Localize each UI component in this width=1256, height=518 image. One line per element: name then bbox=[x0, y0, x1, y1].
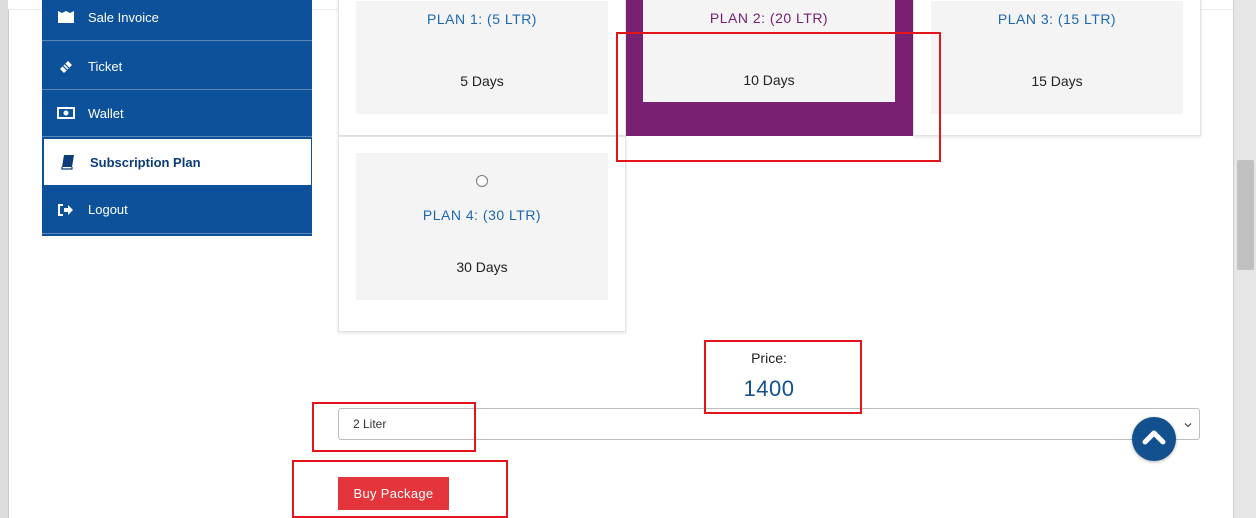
sidebar-item-label: Wallet bbox=[88, 105, 124, 121]
logout-icon bbox=[56, 202, 76, 218]
plan-title: PLAN 2: (20 LTR) bbox=[709, 10, 829, 26]
book-icon bbox=[58, 154, 78, 170]
chevron-down-icon bbox=[1183, 419, 1193, 429]
plan-card-body: PLAN 3: (15 LTR) 15 Days bbox=[931, 1, 1183, 114]
price-label: Price: bbox=[751, 350, 787, 366]
plan-card-2-selected[interactable]: PLAN 2: (20 LTR) 10 Days bbox=[626, 0, 913, 136]
sidebar-item-wallet[interactable]: Wallet bbox=[42, 90, 312, 137]
plan-card-body: PLAN 4: (30 LTR) 30 Days bbox=[356, 153, 608, 300]
sidebar-item-sale-invoice[interactable]: Sale Invoice bbox=[42, 0, 312, 41]
sidebar-item-label: Logout bbox=[88, 202, 128, 217]
plan-title: PLAN 1: (5 LTR) bbox=[427, 11, 537, 27]
sidebar-item-label: Subscription Plan bbox=[90, 154, 201, 170]
sidebar: Sale Invoice Ticket Wallet Subscription … bbox=[42, 0, 312, 236]
plan-card-1[interactable]: PLAN 1: (5 LTR) 5 Days bbox=[338, 0, 626, 136]
quantity-select[interactable]: 2 Liter bbox=[338, 408, 1200, 440]
page-scrollbar[interactable] bbox=[1234, 0, 1256, 518]
scrollbar-border bbox=[1233, 0, 1234, 518]
sidebar-item-logout[interactable]: Logout bbox=[42, 186, 312, 234]
plan-radio[interactable] bbox=[476, 175, 488, 187]
price-value: 1400 bbox=[743, 376, 795, 401]
sidebar-item-ticket[interactable]: Ticket bbox=[42, 43, 312, 90]
quantity-select-value: 2 Liter bbox=[353, 417, 387, 431]
plan-card-4[interactable]: PLAN 4: (30 LTR) 30 Days bbox=[338, 136, 626, 332]
wallet-icon bbox=[56, 105, 76, 121]
buy-package-button[interactable]: Buy Package bbox=[338, 477, 449, 510]
sidebar-item-label: Ticket bbox=[88, 58, 123, 74]
scrollbar-thumb[interactable] bbox=[1237, 160, 1254, 270]
invoice-icon bbox=[56, 9, 76, 25]
plan-card-3[interactable]: PLAN 3: (15 LTR) 15 Days bbox=[913, 0, 1201, 136]
plan-days: 5 Days bbox=[460, 73, 504, 89]
plan-days: 15 Days bbox=[1031, 73, 1083, 89]
plan-title: PLAN 4: (30 LTR) bbox=[422, 207, 542, 223]
plan-card-body: PLAN 1: (5 LTR) 5 Days bbox=[356, 1, 608, 114]
plan-days: 30 Days bbox=[456, 259, 508, 275]
plan-title: PLAN 3: (15 LTR) bbox=[997, 11, 1117, 27]
plan-card-body: PLAN 2: (20 LTR) 10 Days bbox=[643, 0, 895, 102]
sidebar-item-label: Sale Invoice bbox=[88, 9, 159, 25]
plan-days: 10 Days bbox=[743, 72, 795, 88]
chevron-up-icon bbox=[1142, 428, 1166, 451]
sidebar-item-subscription-plan[interactable]: Subscription Plan bbox=[42, 138, 312, 186]
browser-left-border bbox=[8, 0, 9, 518]
ticket-icon bbox=[56, 58, 76, 74]
browser-left-gutter bbox=[0, 0, 8, 518]
scroll-to-top-button[interactable] bbox=[1132, 417, 1176, 461]
